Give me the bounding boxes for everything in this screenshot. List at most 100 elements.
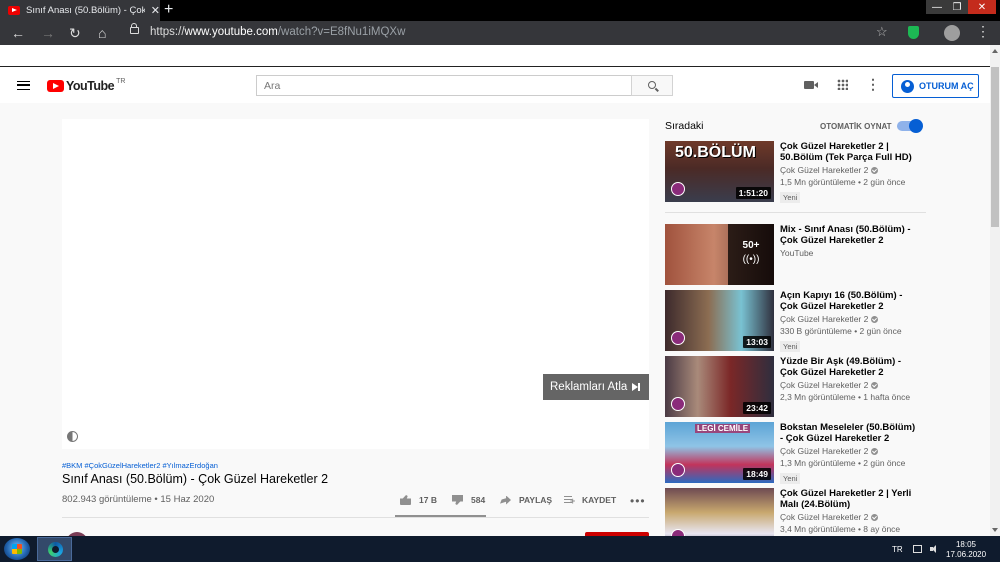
- extension-shield-icon[interactable]: [908, 26, 919, 39]
- video-views-date: 802.943 görüntüleme • 15 Haz 2020: [62, 494, 215, 505]
- channel-name[interactable]: Çok Güzel Hareketler 2: [780, 380, 920, 390]
- url-host: www.youtube.com: [184, 26, 278, 38]
- mix-radio-icon: ((•)): [742, 254, 760, 265]
- apps-grid-icon[interactable]: [837, 79, 848, 90]
- ambient-mode-icon[interactable]: [67, 431, 78, 442]
- reload-icon[interactable]: ↻: [69, 24, 81, 42]
- logo-country-code: TR: [116, 77, 126, 85]
- window-maximize-button[interactable]: ❐: [946, 0, 968, 14]
- back-arrow-icon[interactable]: ←: [11, 24, 25, 42]
- more-actions-icon[interactable]: •••: [630, 494, 646, 508]
- verified-check-icon: [871, 315, 879, 323]
- forward-arrow-icon[interactable]: →: [41, 24, 55, 42]
- language-indicator[interactable]: TR: [892, 545, 903, 554]
- address-bar[interactable]: https://www.youtube.com/watch?v=E8fNu1iM…: [150, 26, 405, 38]
- autoplay-toggle[interactable]: [897, 119, 923, 133]
- video-thumbnail[interactable]: 50.BÖLÜM 1:51:20: [665, 141, 774, 202]
- window-minimize-button[interactable]: —: [926, 0, 948, 14]
- video-thumbnail[interactable]: 23:42: [665, 356, 774, 417]
- search-icon: [648, 81, 656, 89]
- page-scrollbar[interactable]: [990, 45, 1000, 536]
- create-video-icon[interactable]: [804, 81, 818, 89]
- search-input[interactable]: [256, 75, 631, 96]
- new-badge: Yeni: [780, 341, 801, 352]
- youtube-logo[interactable]: YouTube TR: [47, 77, 126, 93]
- browser-menu-icon[interactable]: ⋮: [976, 23, 990, 40]
- recommended-mix[interactable]: 50+ ((•)) Mix - Sınıf Anası (50.Bölüm) -…: [665, 224, 965, 285]
- start-button[interactable]: [4, 538, 30, 560]
- bookmark-star-icon[interactable]: ☆: [876, 24, 888, 40]
- browser-tab[interactable]: Sınıf Anası (50.Bölüm) - Çok Güzel Harek…: [0, 0, 160, 21]
- scroll-down-arrow-icon[interactable]: [992, 528, 998, 532]
- profile-avatar[interactable]: [944, 25, 960, 41]
- video-thumbnail[interactable]: LEGİ CEMİLE 18:49: [665, 422, 774, 483]
- playlist-add-icon: [564, 495, 575, 506]
- video-thumbnail[interactable]: [665, 488, 774, 536]
- mix-overlay: 50+ ((•)): [728, 224, 774, 285]
- video-title: Sınıf Anası (50.Bölüm) - Çok Güzel Harek…: [62, 472, 329, 486]
- channel-name[interactable]: Çok Güzel Hareketler 2: [780, 446, 920, 456]
- youtube-header: YouTube TR ⋮ OTURUM AÇ: [0, 67, 990, 103]
- search-button[interactable]: [631, 75, 673, 96]
- video-duration: 23:42: [743, 402, 771, 414]
- video-title[interactable]: Mix - Sınıf Anası (50.Bölüm) - Çok Güzel…: [780, 224, 920, 246]
- video-title[interactable]: Yüzde Bir Aşk (49.Bölüm) - Çok Güzel Har…: [780, 356, 920, 378]
- settings-kebab-icon[interactable]: ⋮: [866, 77, 880, 91]
- video-thumbnail[interactable]: 50+ ((•)): [665, 224, 774, 285]
- page-top-strip: [0, 45, 990, 67]
- window-close-button[interactable]: ✕: [968, 0, 996, 14]
- like-count: 17 B: [419, 495, 437, 505]
- video-hashtags[interactable]: #BKM #ÇokGüzelHareketler2 #YılmazErdoğan: [62, 461, 218, 470]
- home-icon[interactable]: ⌂: [98, 24, 106, 42]
- scrollbar-thumb[interactable]: [991, 67, 999, 227]
- taskbar-edge-app[interactable]: [37, 537, 72, 561]
- volume-icon[interactable]: [930, 545, 939, 553]
- recommended-video[interactable]: 13:03 Açın Kapıyı 16 (50.Bölüm) - Çok Gü…: [665, 290, 965, 352]
- channel-name[interactable]: Çok Güzel Hareketler 2: [780, 314, 920, 324]
- thumbs-up-icon: [400, 495, 411, 505]
- video-thumbnail[interactable]: 13:03: [665, 290, 774, 351]
- clock-date: 17.06.2020: [946, 550, 987, 559]
- recommended-video[interactable]: Çok Güzel Hareketler 2 | Yerli Malı (24.…: [665, 488, 965, 536]
- video-title[interactable]: Bokstan Meseleler (50.Bölüm) - Çok Güzel…: [780, 422, 920, 444]
- video-duration: 1:51:20: [735, 187, 771, 199]
- hamburger-menu-icon[interactable]: [17, 81, 30, 90]
- skip-ad-button[interactable]: Reklamları Atla: [543, 374, 649, 400]
- channel-name-text: YouTube: [780, 248, 814, 258]
- skip-next-icon: [632, 383, 641, 391]
- signin-button[interactable]: OTURUM AÇ: [892, 74, 979, 98]
- autoplay-label: OTOMATİK OYNAT: [820, 122, 892, 131]
- tab-close-icon[interactable]: ✕: [151, 4, 160, 17]
- share-button[interactable]: PAYLAŞ: [500, 495, 552, 505]
- video-player[interactable]: Reklamları Atla: [62, 119, 649, 449]
- windows-logo-icon: [12, 544, 22, 554]
- youtube-play-icon: [47, 80, 64, 92]
- recommended-video[interactable]: 50.BÖLÜM 1:51:20 Çok Güzel Hareketler 2 …: [665, 141, 965, 203]
- save-button[interactable]: KAYDET: [564, 495, 616, 506]
- channel-name[interactable]: YouTube: [780, 248, 920, 258]
- video-title[interactable]: Açın Kapıyı 16 (50.Bölüm) - Çok Güzel Ha…: [780, 290, 920, 312]
- browser-toolbar: ← → ↻ ⌂ https://www.youtube.com/watch?v=…: [0, 21, 1000, 45]
- youtube-page: YouTube TR ⋮ OTURUM AÇ Reklamları Atla #…: [0, 45, 990, 536]
- new-tab-button[interactable]: +: [164, 1, 173, 19]
- thumbnail-text: LEGİ CEMİLE: [695, 424, 751, 433]
- dislike-button[interactable]: 584: [452, 495, 485, 505]
- dislike-count: 584: [471, 495, 486, 505]
- video-title[interactable]: Çok Güzel Hareketler 2 | 50.Bölüm (Tek P…: [780, 141, 920, 163]
- url-path: /watch?v=E8fNu1iMQXw: [277, 26, 406, 38]
- recommended-video[interactable]: LEGİ CEMİLE 18:49 Bokstan Meseleler (50.…: [665, 422, 965, 484]
- video-title[interactable]: Çok Güzel Hareketler 2 | Yerli Malı (24.…: [780, 488, 920, 510]
- channel-name[interactable]: Çok Güzel Hareketler 2: [780, 512, 920, 522]
- lock-icon[interactable]: [130, 23, 139, 34]
- system-clock[interactable]: 18:05 17.06.2020: [946, 540, 986, 560]
- channel-name-text: Çok Güzel Hareketler 2: [780, 314, 869, 324]
- video-meta: 1,5 Mn görüntüleme • 2 gün önce: [780, 177, 906, 187]
- network-icon[interactable]: [913, 545, 922, 553]
- channel-name[interactable]: Çok Güzel Hareketler 2: [780, 165, 920, 175]
- recommended-video[interactable]: 23:42 Yüzde Bir Aşk (49.Bölüm) - Çok Güz…: [665, 356, 965, 417]
- show-logo-icon: [671, 529, 685, 536]
- show-logo-icon: [671, 331, 685, 345]
- scroll-up-arrow-icon[interactable]: [992, 49, 998, 53]
- like-button[interactable]: 17 B: [400, 495, 437, 505]
- channel-name-text: Çok Güzel Hareketler 2: [780, 446, 869, 456]
